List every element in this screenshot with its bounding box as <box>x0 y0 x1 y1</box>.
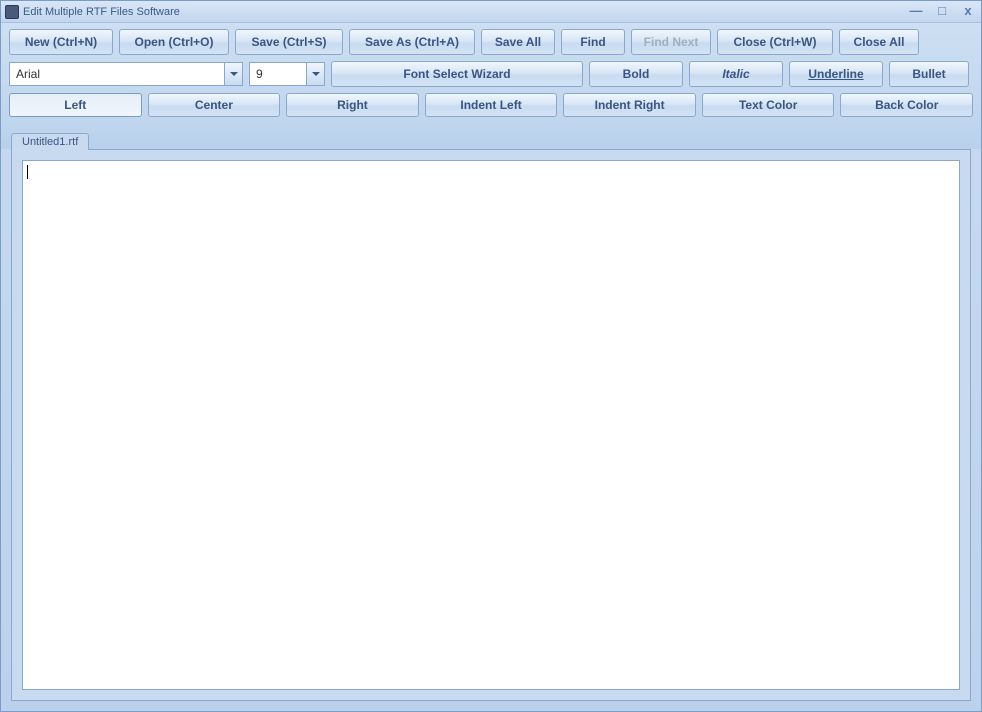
align-left-button[interactable]: Left <box>9 93 142 117</box>
window-title: Edit Multiple RTF Files Software <box>23 6 907 18</box>
document-tab[interactable]: Untitled1.rtf <box>11 133 89 150</box>
toolbar-area: New (Ctrl+N) Open (Ctrl+O) Save (Ctrl+S)… <box>1 23 981 127</box>
app-window: Edit Multiple RTF Files Software — □ x N… <box>0 0 982 712</box>
window-controls: — □ x <box>907 5 977 19</box>
app-icon <box>5 5 19 19</box>
font-name-value: Arial <box>10 67 224 81</box>
editor-textarea[interactable] <box>22 160 960 690</box>
open-button[interactable]: Open (Ctrl+O) <box>119 29 229 55</box>
underline-button[interactable]: Underline <box>789 61 883 87</box>
maximize-button[interactable]: □ <box>933 5 951 19</box>
bold-button[interactable]: Bold <box>589 61 683 87</box>
titlebar: Edit Multiple RTF Files Software — □ x <box>1 1 981 23</box>
align-center-button[interactable]: Center <box>148 93 281 117</box>
close-window-button[interactable]: x <box>959 5 977 19</box>
saveall-button[interactable]: Save All <box>481 29 555 55</box>
indent-right-button[interactable]: Indent Right <box>563 93 696 117</box>
minimize-button[interactable]: — <box>907 5 925 19</box>
bullet-button[interactable]: Bullet <box>889 61 969 87</box>
indent-left-button[interactable]: Indent Left <box>425 93 558 117</box>
text-color-button[interactable]: Text Color <box>702 93 835 117</box>
close-button[interactable]: Close (Ctrl+W) <box>717 29 833 55</box>
toolbar-row-1: New (Ctrl+N) Open (Ctrl+O) Save (Ctrl+S)… <box>9 29 973 55</box>
editor-container <box>11 149 971 701</box>
font-name-combo[interactable]: Arial <box>9 62 243 86</box>
closeall-button[interactable]: Close All <box>839 29 919 55</box>
italic-button[interactable]: Italic <box>689 61 783 87</box>
font-wizard-button[interactable]: Font Select Wizard <box>331 61 583 87</box>
font-size-combo[interactable]: 9 <box>249 62 325 86</box>
new-button[interactable]: New (Ctrl+N) <box>9 29 113 55</box>
saveas-button[interactable]: Save As (Ctrl+A) <box>349 29 475 55</box>
chevron-down-icon[interactable] <box>306 63 324 85</box>
save-button[interactable]: Save (Ctrl+S) <box>235 29 343 55</box>
back-color-button[interactable]: Back Color <box>840 93 973 117</box>
findnext-button[interactable]: Find Next <box>631 29 711 55</box>
font-size-value: 9 <box>250 67 306 81</box>
find-button[interactable]: Find <box>561 29 625 55</box>
toolbar-row-2: Arial 9 Font Select Wizard Bold Italic U… <box>9 61 973 87</box>
align-right-button[interactable]: Right <box>286 93 419 117</box>
chevron-down-icon[interactable] <box>224 63 242 85</box>
caret-icon <box>27 165 28 179</box>
toolbar-row-3: Left Center Right Indent Left Indent Rig… <box>9 93 973 117</box>
tabs-area: Untitled1.rtf <box>1 127 981 149</box>
